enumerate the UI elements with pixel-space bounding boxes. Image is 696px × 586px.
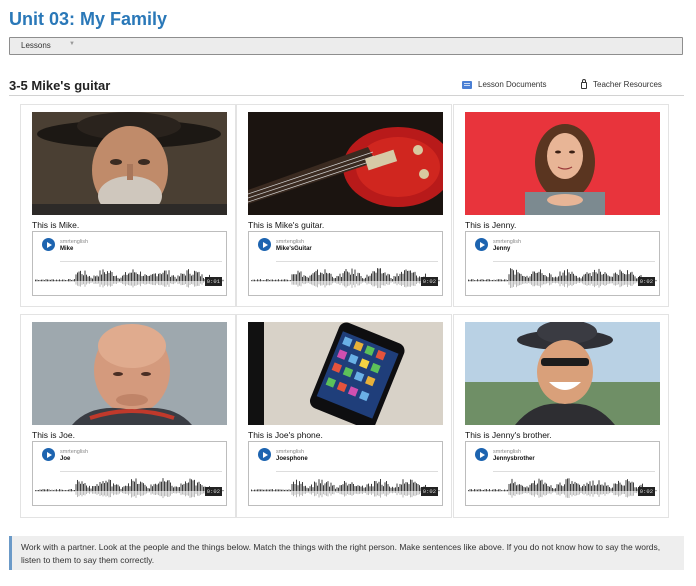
player-user[interactable]: smrtenglish [276,449,304,455]
lesson-card-mike: This is Mike. smrtenglish Mike 0:01 [20,104,236,307]
play-icon[interactable] [42,238,55,251]
lesson-card-joe: This is Joe. smrtenglish Joe 0:02 [20,314,236,518]
play-icon[interactable] [258,238,271,251]
audio-player[interactable]: smrtenglish Mike 0:01 [32,231,227,296]
player-duration: 0:02 [204,487,222,496]
card-caption: This is Mike. [32,220,80,230]
player-user[interactable]: smrtenglish [60,449,88,455]
player-user[interactable]: smrtenglish [276,239,304,245]
play-icon[interactable] [42,448,55,461]
player-duration: 0:02 [420,487,438,496]
player-user[interactable]: smrtenglish [493,449,521,455]
teacher-resources-label: Teacher Resources [593,80,662,89]
card-caption: This is Mike's guitar. [248,220,325,230]
player-track-title[interactable]: Mike'sGuitar [276,246,312,252]
waveform[interactable] [251,473,440,505]
player-track-title[interactable]: Jenny [493,246,510,252]
player-duration: 0:02 [637,487,655,496]
play-icon[interactable] [475,448,488,461]
photo-phone [248,322,443,425]
lesson-card-jennys-brother: This is Jenny's brother. smrtenglish Jen… [453,314,669,518]
instructions-box: Work with a partner. Look at the people … [9,536,684,570]
waveform[interactable] [35,263,224,295]
photo-guitar [248,112,443,215]
photo-jenny [465,112,660,215]
player-duration: 0:01 [204,277,222,286]
waveform[interactable] [468,473,657,505]
photo-jennys-brother [465,322,660,425]
audio-player[interactable]: smrtenglish Jenny 0:02 [465,231,660,296]
photo-joe [32,322,227,425]
instructions-text: Work with a partner. Look at the people … [21,542,661,565]
player-track-title[interactable]: Jennysbrother [493,456,535,462]
lock-icon [581,79,587,89]
card-caption: This is Joe's phone. [248,430,323,440]
lessons-dropdown[interactable]: Lessons ▼ [9,37,683,55]
lesson-title: 3-5 Mike's guitar [9,78,111,93]
photo-mike [32,112,227,215]
audio-player[interactable]: smrtenglish Joesphone 0:02 [248,441,443,506]
play-icon[interactable] [475,238,488,251]
lesson-card-jenny: This is Jenny. smrtenglish Jenny 0:02 [453,104,669,307]
player-user[interactable]: smrtenglish [60,239,88,245]
play-icon[interactable] [258,448,271,461]
lesson-documents-label: Lesson Documents [478,80,547,89]
waveform[interactable] [35,473,224,505]
audio-player[interactable]: smrtenglish Joe 0:02 [32,441,227,506]
card-caption: This is Jenny's brother. [465,430,552,440]
card-caption: This is Jenny. [465,220,517,230]
page-title: Unit 03: My Family [9,9,168,29]
player-track-title[interactable]: Mike [60,246,73,252]
player-user[interactable]: smrtenglish [493,239,521,245]
card-caption: This is Joe. [32,430,75,440]
document-icon [462,80,472,89]
player-track-title[interactable]: Joesphone [276,456,308,462]
lesson-card-guitar: This is Mike's guitar. smrtenglish Mike'… [236,104,452,307]
audio-player[interactable]: smrtenglish Mike'sGuitar 0:02 [248,231,443,296]
waveform[interactable] [468,263,657,295]
audio-player[interactable]: smrtenglish Jennysbrother 0:02 [465,441,660,506]
lesson-card-phone: This is Joe's phone. smrtenglish Joespho… [236,314,452,518]
chevron-down-icon: ▼ [69,41,75,47]
player-duration: 0:02 [637,277,655,286]
player-duration: 0:02 [420,277,438,286]
lesson-documents-link[interactable]: Lesson Documents [462,80,546,89]
lessons-dropdown-label: Lessons [21,41,51,50]
divider [9,95,684,96]
teacher-resources-link[interactable]: Teacher Resources [581,79,662,89]
waveform[interactable] [251,263,440,295]
player-track-title[interactable]: Joe [60,456,70,462]
